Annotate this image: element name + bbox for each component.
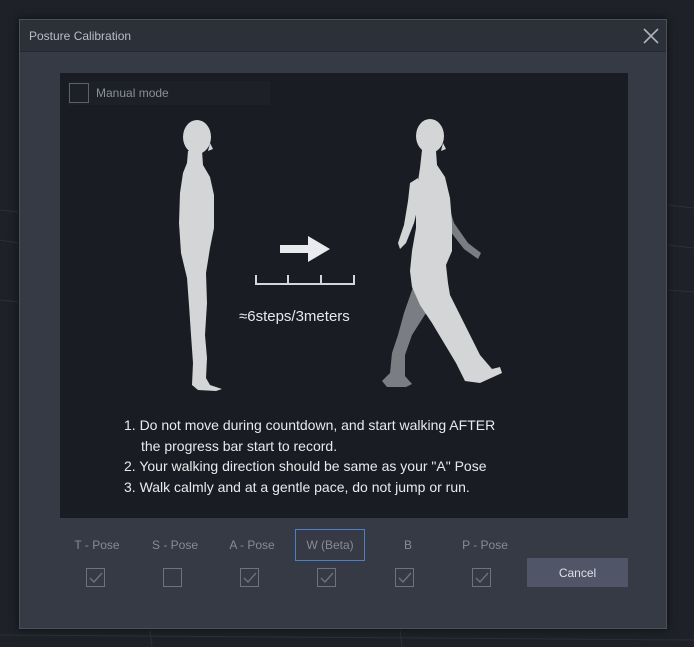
dialog-title: Posture Calibration [29, 29, 132, 43]
walking-figure-icon [382, 119, 502, 387]
instruction-panel: Manual mode ≈6steps/3meters 1. Do not mo… [60, 73, 628, 518]
instruction-1-continued: the progress bar start to record. [141, 437, 338, 454]
cancel-button[interactable]: Cancel [527, 558, 628, 587]
pose-w-beta-label: W (Beta) [306, 538, 354, 552]
checkmark-icon [398, 572, 412, 584]
checkmark-icon [243, 572, 257, 584]
pose-b[interactable]: B [371, 528, 445, 590]
close-button[interactable] [640, 26, 662, 46]
checkmark-icon [89, 572, 103, 584]
walking-illustration [179, 119, 502, 391]
pose-w-beta-checkbox[interactable] [317, 568, 336, 587]
instruction-1: 1. Do not move during countdown, and sta… [124, 417, 496, 433]
pose-t-label: T - Pose [74, 538, 120, 552]
pose-a[interactable]: A - Pose [215, 528, 289, 590]
pose-s[interactable]: S - Pose [138, 528, 212, 590]
ruler-icon [255, 275, 355, 285]
pose-p-label: P - Pose [462, 538, 508, 552]
pose-p[interactable]: P - Pose [448, 528, 522, 590]
pose-s-label: S - Pose [151, 538, 199, 552]
standing-figure-icon [179, 120, 222, 391]
arrow-right-icon [280, 236, 330, 262]
dialog-titlebar: Posture Calibration [20, 20, 666, 52]
close-icon [643, 28, 659, 44]
pose-w-beta[interactable]: W (Beta) [293, 528, 367, 590]
pose-t[interactable]: T - Pose [60, 528, 134, 590]
checkmark-icon [320, 572, 334, 584]
pose-b-checkbox[interactable] [395, 568, 414, 587]
pose-a-label: A - Pose [229, 538, 275, 552]
distance-label: ≈6steps/3meters [239, 308, 350, 325]
instruction-list: 1. Do not move during countdown, and sta… [124, 415, 495, 497]
pose-a-checkbox[interactable] [240, 568, 259, 587]
instruction-2: 2. Your walking direction should be same… [124, 458, 487, 474]
pose-s-checkbox[interactable] [163, 568, 182, 587]
pose-b-label: B [403, 538, 412, 552]
pose-p-checkbox[interactable] [472, 568, 491, 587]
instruction-3: 3. Walk calmly and at a gentle pace, do … [124, 478, 470, 495]
pose-t-checkbox[interactable] [86, 568, 105, 587]
posture-calibration-dialog: Posture Calibration Manual mode ≈6steps/… [19, 19, 667, 629]
checkmark-icon [475, 572, 489, 584]
